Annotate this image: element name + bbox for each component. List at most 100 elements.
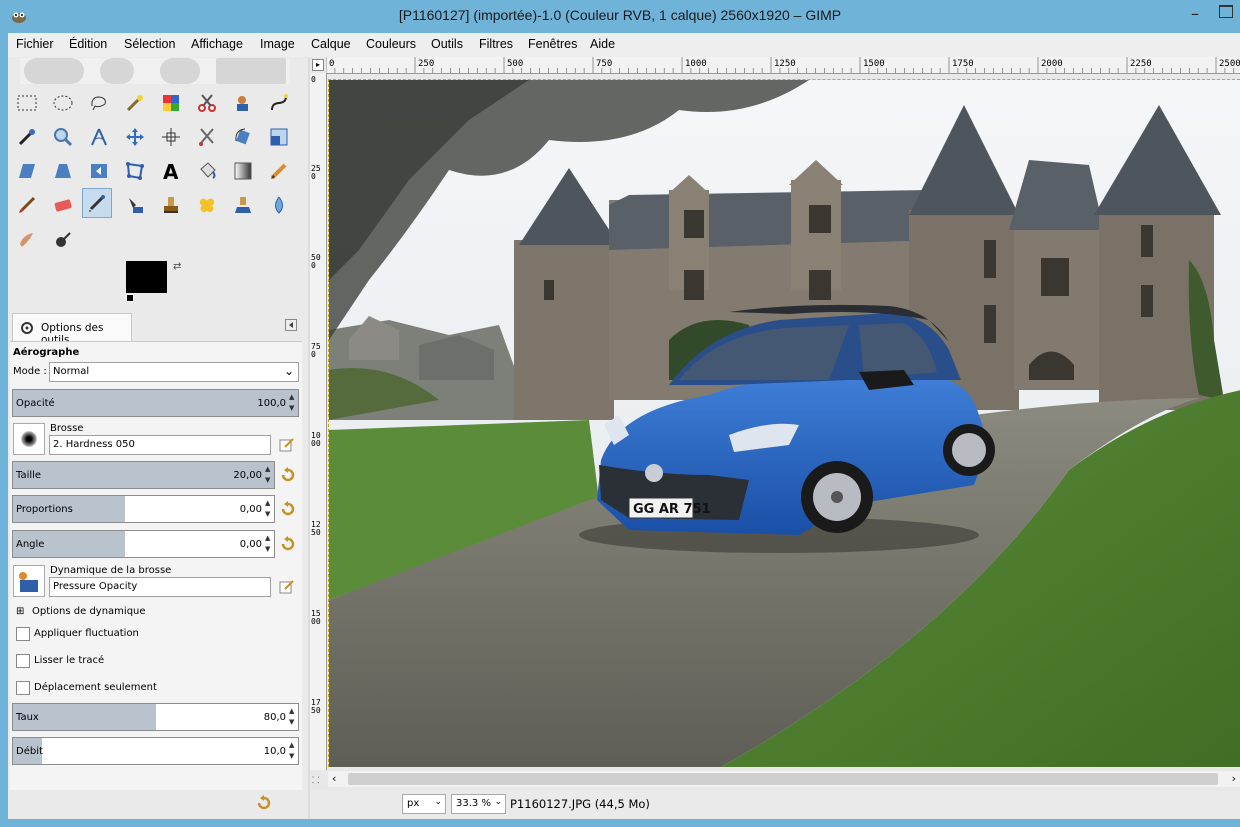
dynamics-preview[interactable] [13,565,45,597]
smooth-stroke-checkbox[interactable] [16,654,30,668]
dock-menu-icon[interactable] [285,319,297,331]
crop-icon[interactable] [192,122,222,152]
measure-icon[interactable] [84,122,114,152]
menu-affichage[interactable]: Affichage [191,37,243,51]
menu-couleurs[interactable]: Couleurs [366,37,416,51]
color-picker-icon[interactable] [12,122,42,152]
fuzzy-select-icon[interactable] [120,88,150,118]
perspective-clone-icon[interactable] [228,190,258,220]
rect-select-icon[interactable] [12,88,42,118]
ruler-label: 1750 [952,59,974,69]
flip-icon[interactable] [84,156,114,186]
shear-icon[interactable] [12,156,42,186]
bucket-fill-icon[interactable] [192,156,222,186]
zoom-icon[interactable] [48,122,78,152]
maximize-button[interactable] [1219,5,1233,18]
angle-spin-arrows[interactable]: ▲ ▼ [265,533,273,555]
flow-slider[interactable]: Débit 10,0 ▲ ▼ [12,737,299,765]
eraser-icon[interactable] [48,190,78,220]
minimize-button[interactable]: – [1191,4,1199,23]
dodge-burn-icon[interactable] [48,225,78,255]
dynamics-field[interactable]: Pressure Opacity [49,577,271,597]
mode-select[interactable]: Normal ⌄ [49,362,299,382]
default-colors-icon[interactable] [126,294,134,302]
edit-brush-icon[interactable] [279,437,295,453]
incremental-checkbox[interactable] [16,681,30,695]
vertical-ruler[interactable]: 0 250 500 750 1000 1250 1500 1750 [310,73,327,770]
image-menu-icon[interactable]: ▸ [312,59,324,71]
select-by-color-icon[interactable] [156,88,186,118]
expander-plus-icon[interactable]: ⊞ [16,606,24,617]
foreground-color-swatch[interactable] [126,261,167,293]
menu-aide[interactable]: Aide [590,37,615,51]
brush-preview[interactable] [13,423,45,455]
scroll-left-icon[interactable]: ‹ [332,772,336,785]
menu-edition[interactable]: Édition [69,37,107,51]
incremental-label: Déplacement seulement [34,682,157,693]
ruler-label: 1250 [774,59,796,69]
smooth-stroke-label: Lisser le tracé [34,655,105,666]
rate-spin-arrows[interactable]: ▲ ▼ [289,706,297,728]
text-icon[interactable]: A [156,156,186,186]
menu-selection[interactable]: Sélection [124,37,175,51]
horizontal-scrollbar[interactable]: ‹ › [328,771,1240,787]
reset-size-icon[interactable] [280,467,296,483]
menu-image[interactable]: Image [260,37,295,51]
flow-label: Débit [16,746,43,757]
pencil-icon[interactable] [264,156,294,186]
reset-options-icon[interactable] [256,795,272,811]
blur-sharpen-icon[interactable] [264,190,294,220]
zoom-select[interactable]: 33.3 % ⌄ [451,794,506,814]
menu-calque[interactable]: Calque [311,37,351,51]
navigate-icon[interactable]: ⸬ [312,773,319,786]
move-icon[interactable] [120,122,150,152]
menu-outils[interactable]: Outils [431,37,463,51]
aspect-spin-arrows[interactable]: ▲ ▼ [265,498,273,520]
foreground-select-icon[interactable] [228,88,258,118]
dynamics-options-expander[interactable]: Options de dynamique [32,606,146,617]
reset-aspect-icon[interactable] [280,501,296,517]
ink-icon[interactable] [120,190,150,220]
opacity-spin-arrows[interactable]: ▲ ▼ [289,392,297,414]
flow-spin-arrows[interactable]: ▲ ▼ [289,740,297,762]
apply-jitter-checkbox[interactable] [16,627,30,641]
scroll-right-icon[interactable]: › [1232,772,1236,785]
smudge-icon[interactable] [12,225,42,255]
angle-slider[interactable]: Angle 0,00 ▲ ▼ [12,530,275,558]
free-select-icon[interactable] [84,88,114,118]
tab-tool-options[interactable]: Options des outils [12,313,132,346]
ruler-label: 500 [311,253,321,270]
opacity-slider[interactable]: Opacité 100,0 ▲ ▼ [12,389,299,417]
clone-icon[interactable] [156,190,186,220]
scissors-select-icon[interactable] [192,88,222,118]
align-icon[interactable] [156,122,186,152]
paths-icon[interactable] [264,88,294,118]
scale-icon[interactable] [264,122,294,152]
size-slider[interactable]: Taille 20,00 ▲ ▼ [12,461,275,489]
reset-angle-icon[interactable] [280,536,296,552]
edit-dynamics-icon[interactable] [279,579,295,595]
ellipse-select-icon[interactable] [48,88,78,118]
window-border-left [0,33,8,827]
rate-slider[interactable]: Taux 80,0 ▲ ▼ [12,703,299,731]
brush-field[interactable]: 2. Hardness 050 [49,435,271,455]
rotate-icon[interactable] [228,122,258,152]
menu-filtres[interactable]: Filtres [479,37,513,51]
image-canvas[interactable]: GG AR 751 [328,79,1240,767]
aspect-slider[interactable]: Proportions 0,00 ▲ ▼ [12,495,275,523]
horizontal-ruler[interactable]: 0 250 500 750 1000 1250 1500 1750 2000 2… [326,57,1240,74]
cage-transform-icon[interactable] [120,156,150,186]
unit-select[interactable]: px ⌄ [402,794,446,814]
heal-icon[interactable] [192,190,222,220]
scrollbar-thumb[interactable] [348,773,1218,785]
airbrush-icon[interactable] [82,188,112,218]
blend-icon[interactable] [228,156,258,186]
menu-fichier[interactable]: Fichier [16,37,54,51]
menu-fenetres[interactable]: Fenêtres [528,37,577,51]
size-spin-arrows[interactable]: ▲ ▼ [265,464,273,486]
window-border-bottom [0,819,1240,827]
swap-colors-icon[interactable]: ⇄ [173,261,181,272]
perspective-icon[interactable] [48,156,78,186]
ruler-label: 2500 [1219,59,1240,69]
paintbrush-icon[interactable] [12,190,42,220]
